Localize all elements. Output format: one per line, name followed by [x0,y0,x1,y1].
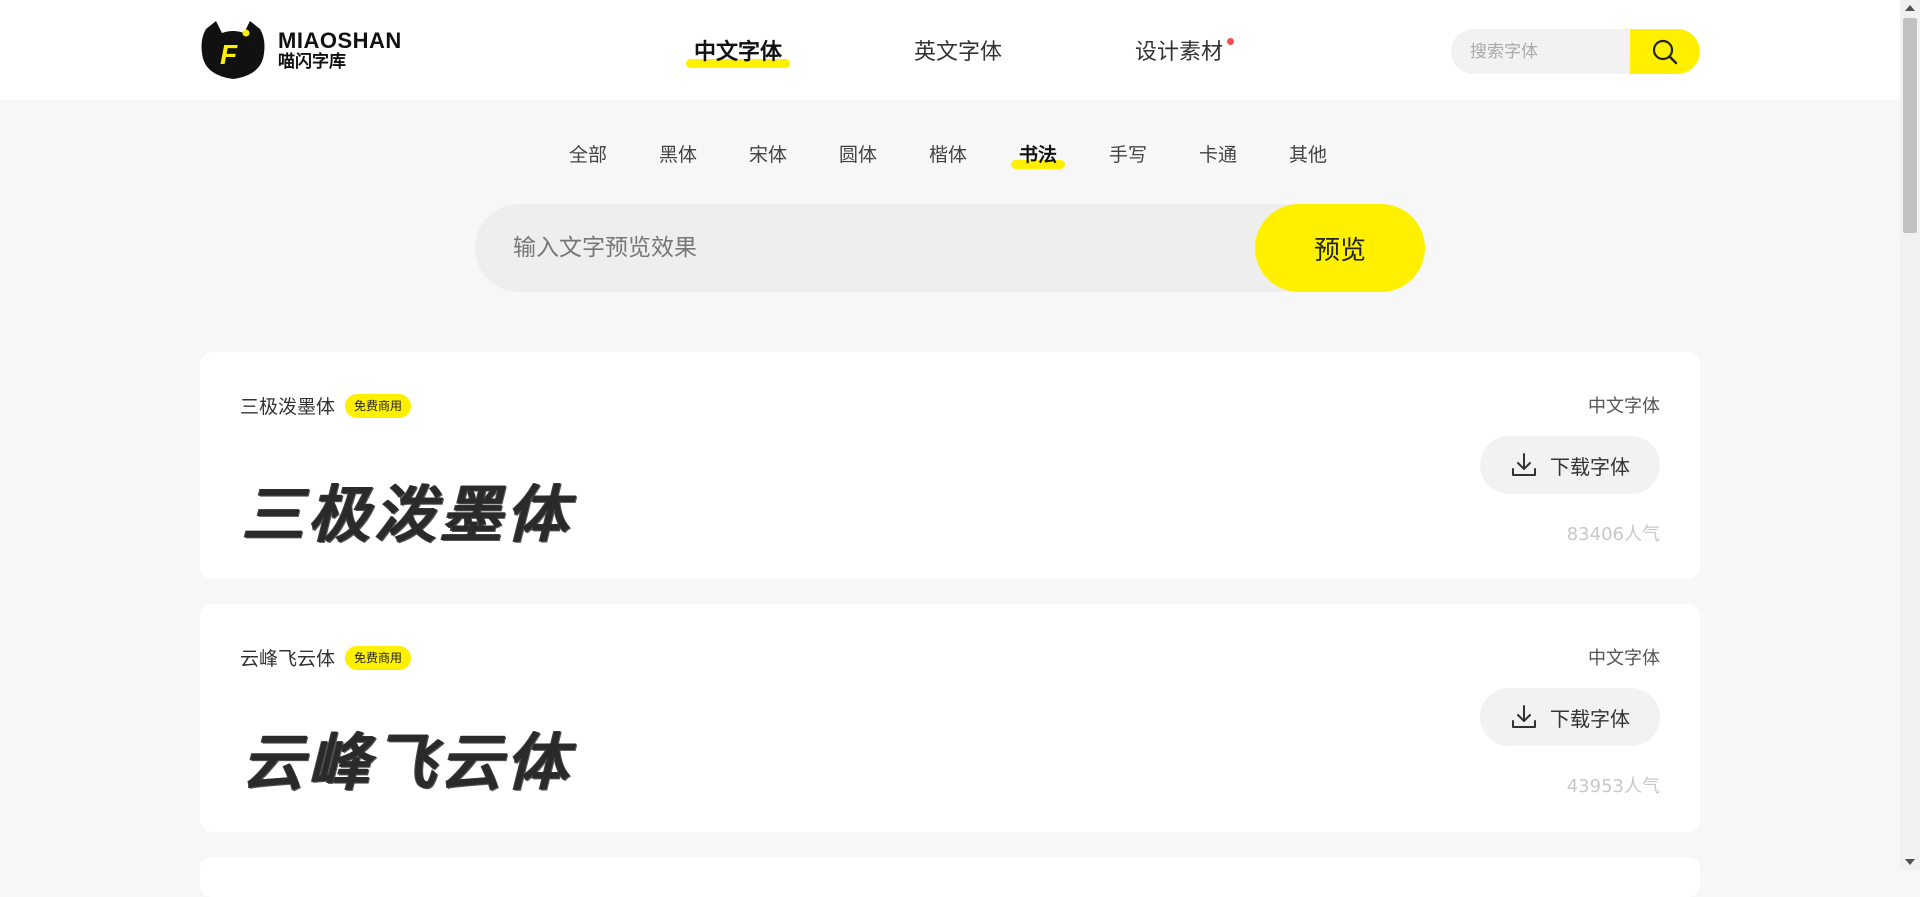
download-font-button[interactable]: 下载字体 [1480,436,1660,494]
tab-cartoon[interactable]: 卡通 [1199,140,1237,167]
page-scrollbar[interactable] [1900,0,1920,870]
font-category-label: 中文字体 [1588,648,1660,669]
font-title: 三极泼墨体 免费商用 [240,392,412,419]
nav-chinese-fonts[interactable]: 中文字体 [685,34,791,68]
tab-heiti[interactable]: 黑体 [659,140,697,167]
preview-text-input[interactable] [475,204,1273,292]
free-commercial-badge: 免费商用 [345,645,412,670]
download-font-button[interactable]: 下载字体 [1480,688,1660,746]
download-icon [1512,705,1536,728]
scroll-down-icon[interactable] [1905,859,1915,865]
search-icon [1652,39,1678,64]
tab-handwriting[interactable]: 手写 [1109,140,1147,167]
tab-calligraphy[interactable]: 书法 [1010,140,1066,169]
free-commercial-badge: 免费商用 [345,393,412,418]
popularity-count: 43953人气 [1566,776,1660,797]
popularity-count: 83406人气 [1566,524,1660,545]
top-header: F MIAOSHAN 喵闪字库 中文字体 英文字体 设计素材 [0,0,1900,100]
search-button[interactable] [1630,29,1700,74]
preview-button[interactable]: 预览 [1255,204,1425,292]
font-category-label: 中文字体 [1588,396,1660,417]
logo-subtitle: 喵闪字库 [278,51,346,72]
tab-yuanti[interactable]: 圆体 [839,140,877,167]
font-title: 云峰飞云体 免费商用 [240,644,412,671]
font-card-partial[interactable] [200,857,1700,897]
tab-songti[interactable]: 宋体 [749,140,787,167]
preview-bar: 预览 [475,204,1425,292]
logo-wordmark: MIAOSHAN [278,27,402,53]
tab-kaiti[interactable]: 楷体 [929,140,967,167]
scrollbar-thumb[interactable] [1903,18,1917,233]
font-sample-preview[interactable]: 三极泼墨体 [242,464,572,554]
font-name[interactable]: 三极泼墨体 [240,392,335,419]
font-search-input[interactable] [1451,29,1650,74]
font-card[interactable]: 云峰飞云体 免费商用 云峰飞云体 中文字体 下载字体 43953人气 [200,604,1700,832]
site-logo[interactable]: F MIAOSHAN 喵闪字库 [200,18,402,82]
scroll-up-icon[interactable] [1905,5,1915,11]
download-icon [1512,453,1536,476]
font-sample-preview[interactable]: 云峰飞云体 [242,712,572,802]
nav-design-materials[interactable]: 设计素材 [1135,34,1234,66]
new-indicator-dot [1227,38,1234,45]
font-name[interactable]: 云峰飞云体 [240,644,335,671]
font-search [1451,29,1700,74]
svg-text:F: F [220,39,238,70]
font-card[interactable]: 三极泼墨体 免费商用 三极泼墨体 中文字体 下载字体 83406人气 [200,352,1700,579]
nav-english-fonts[interactable]: 英文字体 [914,34,1002,66]
tab-other[interactable]: 其他 [1289,140,1327,167]
cat-logo-icon: F [200,19,266,81]
tab-all[interactable]: 全部 [569,140,607,167]
